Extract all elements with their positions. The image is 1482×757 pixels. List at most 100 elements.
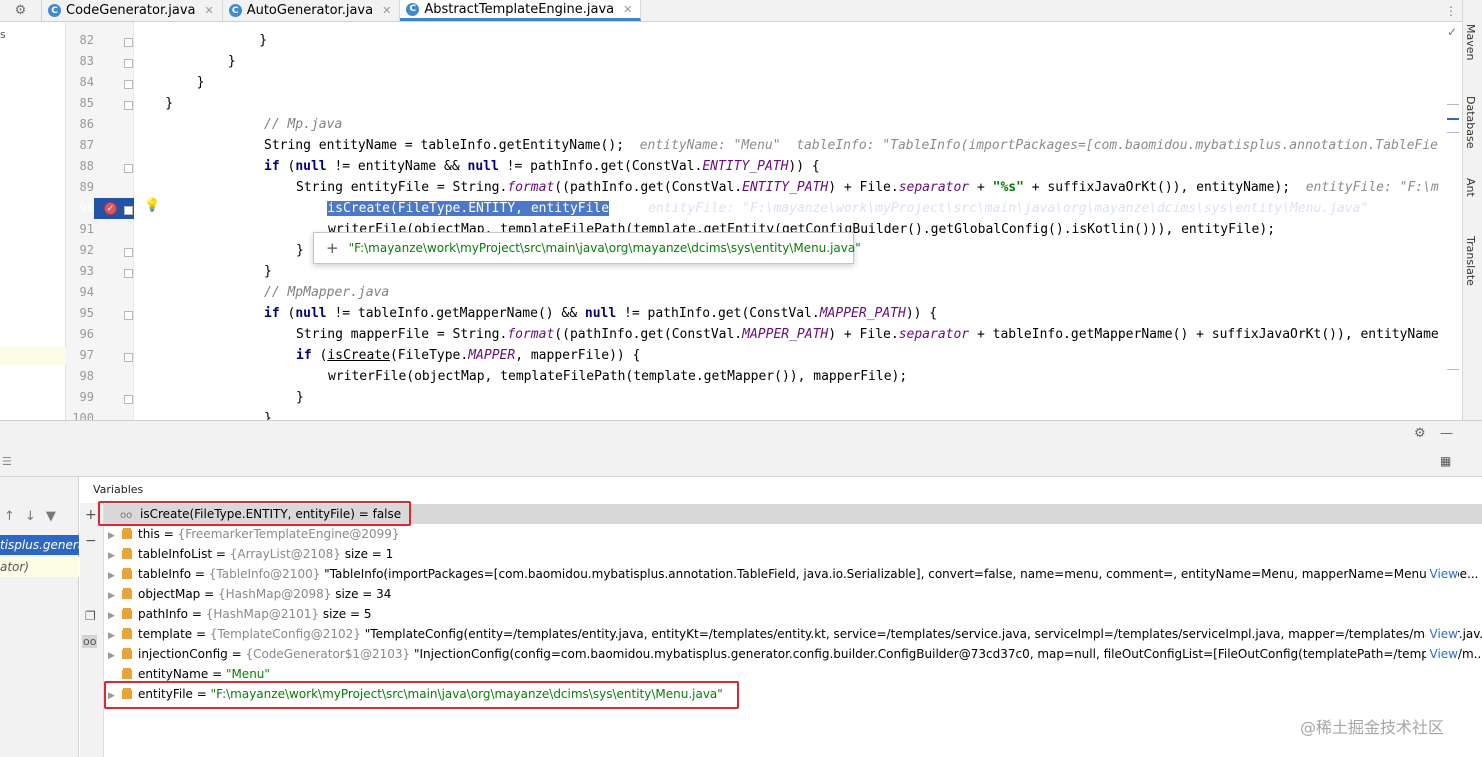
constant: MAPPER	[468, 348, 516, 363]
variable-eq: =	[159, 527, 178, 541]
fold-marker[interactable]	[124, 164, 133, 173]
keyword: if	[264, 306, 280, 321]
copy-icon[interactable]: ❐	[85, 609, 96, 623]
code-editor[interactable]: } } } } // Mp.java String entityName = t…	[134, 22, 1462, 420]
watches-icon[interactable]: oo	[82, 635, 98, 648]
constant: MAPPER_PATH	[819, 306, 906, 321]
variable-row[interactable]: ▶ objectMap = {HashMap@2098} size = 34	[104, 584, 1482, 604]
variable-eq: =	[200, 587, 218, 601]
fold-marker[interactable]	[124, 206, 133, 215]
constant: MAPPER_PATH	[742, 327, 829, 342]
code-line-82: }	[134, 33, 268, 48]
line-number: 85	[79, 96, 94, 110]
code-line-87: String entityName = tableInfo.getEntityN…	[264, 135, 1438, 156]
close-icon[interactable]: ✕	[204, 4, 213, 17]
keyword: null	[295, 306, 327, 321]
tool-tab-translate[interactable]: Translate	[1464, 236, 1477, 286]
tool-tab-ant[interactable]: Ant	[1464, 178, 1477, 197]
variable-name: objectMap	[138, 587, 201, 601]
variable-row[interactable]: ▶ injectionConfig = {CodeGenerator$1@2103…	[104, 644, 1482, 664]
variable-name: tableInfo	[138, 567, 192, 581]
fold-marker[interactable]	[124, 248, 133, 257]
close-icon[interactable]: ✕	[382, 4, 391, 17]
code-text: )) {	[788, 159, 820, 174]
gear-icon[interactable]: ⚙	[0, 0, 42, 21]
lightbulb-icon[interactable]: 💡	[144, 198, 160, 213]
code-line-88: if (null != entityName && null != pathIn…	[264, 156, 820, 177]
tab-codegenerator[interactable]: C CodeGenerator.java ✕	[42, 0, 223, 21]
restore-layout-icon[interactable]: ▦	[1440, 454, 1451, 468]
fold-marker[interactable]	[124, 395, 133, 404]
variable-row[interactable]: ▶ pathInfo = {HashMap@2101} size = 5	[104, 604, 1482, 624]
layout-icon[interactable]: ☰	[2, 455, 12, 468]
frame-item-selected[interactable]: tisplus.genera	[0, 535, 79, 555]
expand-arrow-icon[interactable]: ▶	[108, 566, 122, 584]
line-number: 96	[79, 327, 94, 341]
view-link[interactable]: View	[1425, 624, 1458, 644]
variable-row[interactable]: ▶ tableInfoList = {ArrayList@2108} size =…	[104, 544, 1482, 564]
variable-row[interactable]: ▶ template = {TemplateConfig@2102} "Templ…	[104, 624, 1482, 644]
line-number: 94	[79, 285, 94, 299]
fold-marker[interactable]	[124, 269, 133, 278]
variable-eq: =	[188, 607, 206, 621]
settings-icon[interactable]: ⚙	[1414, 426, 1426, 441]
close-icon[interactable]: ✕	[623, 3, 632, 16]
code-line-89: String entityFile = String.format((pathI…	[296, 177, 1439, 198]
expand-arrow-icon[interactable]: ▶	[108, 526, 122, 544]
value-tooltip[interactable]: + "F:\mayanze\work\myProject\src\main\ja…	[313, 232, 861, 264]
constant: separator	[898, 327, 970, 342]
up-arrow-icon[interactable]: ↑	[4, 509, 15, 524]
variable-value: size = 5	[319, 607, 372, 621]
expand-arrow-icon[interactable]: ▶	[108, 626, 122, 644]
code-text: String entityName = tableInfo.getEntityN…	[264, 138, 625, 153]
tool-tab-database[interactable]: Database	[1464, 96, 1477, 149]
line-number: 92	[79, 243, 94, 257]
remove-watch-icon[interactable]: −	[85, 533, 97, 549]
fold-marker[interactable]	[124, 38, 133, 47]
tab-autogenerator[interactable]: C AutoGenerator.java ✕	[223, 0, 401, 21]
variable-name: pathInfo	[138, 607, 188, 621]
line-number: 95	[79, 306, 94, 320]
tab-abstracttemplateengine[interactable]: C AbstractTemplateEngine.java ✕	[400, 0, 642, 21]
code-text: + suffixJavaOrKt()), entityName);	[1023, 180, 1291, 195]
filter-icon[interactable]: ▼	[46, 509, 56, 524]
code-line-94: // MpMapper.java	[264, 282, 389, 303]
minimize-icon[interactable]: —	[1440, 426, 1453, 441]
more-tabs-icon[interactable]: ⋮	[1440, 0, 1462, 21]
keyword: if	[264, 159, 280, 174]
check-icon: ✓	[1447, 25, 1458, 39]
variable-name: tableInfoList	[138, 547, 213, 561]
view-link[interactable]: View	[1425, 644, 1458, 664]
frame-item[interactable]: ator)	[0, 557, 79, 577]
code-comment: // MpMapper.java	[264, 285, 390, 300]
field-icon	[122, 530, 132, 539]
fold-marker[interactable]	[124, 353, 133, 362]
expand-arrow-icon[interactable]: ▶	[108, 586, 122, 604]
variable-type: {FreemarkerTemplateEngine@2099}	[177, 527, 400, 541]
variable-row[interactable]: ▶ this = {FreemarkerTemplateEngine@2099}	[104, 524, 1482, 544]
tool-tab-maven[interactable]: Maven	[1464, 24, 1477, 60]
variable-row[interactable]: ▶ tableInfo = {TableInfo@2100} "TableInfo…	[104, 564, 1482, 584]
string-literal: "%s"	[992, 180, 1024, 195]
project-panel: s	[0, 22, 66, 420]
code-text: + tableInfo.getMapperName() + suffixJava…	[969, 327, 1439, 342]
expand-icon[interactable]: +	[326, 239, 339, 257]
add-watch-icon[interactable]: +	[85, 507, 97, 523]
code-line-98: writerFile(objectMap, templateFilePath(t…	[328, 369, 908, 384]
line-number: 89	[79, 180, 94, 194]
expand-arrow-icon[interactable]: ▶	[108, 646, 122, 664]
down-arrow-icon[interactable]: ↓	[25, 509, 36, 524]
fold-marker[interactable]	[124, 101, 133, 110]
keyword: null	[584, 306, 617, 321]
keyword: if	[296, 348, 312, 363]
expand-arrow-icon[interactable]: ▶	[108, 546, 122, 564]
variable-name: entityName	[138, 667, 209, 681]
expand-arrow-icon[interactable]: ▶	[108, 606, 122, 624]
breakpoint-icon[interactable]: ✓	[104, 202, 117, 215]
fold-marker[interactable]	[124, 59, 133, 68]
variable-type: {TableInfo@2100}	[208, 567, 321, 581]
fold-marker[interactable]	[124, 311, 133, 320]
fold-marker[interactable]	[124, 80, 133, 89]
view-link[interactable]: View	[1425, 564, 1458, 584]
scroll-marker	[1447, 118, 1459, 120]
